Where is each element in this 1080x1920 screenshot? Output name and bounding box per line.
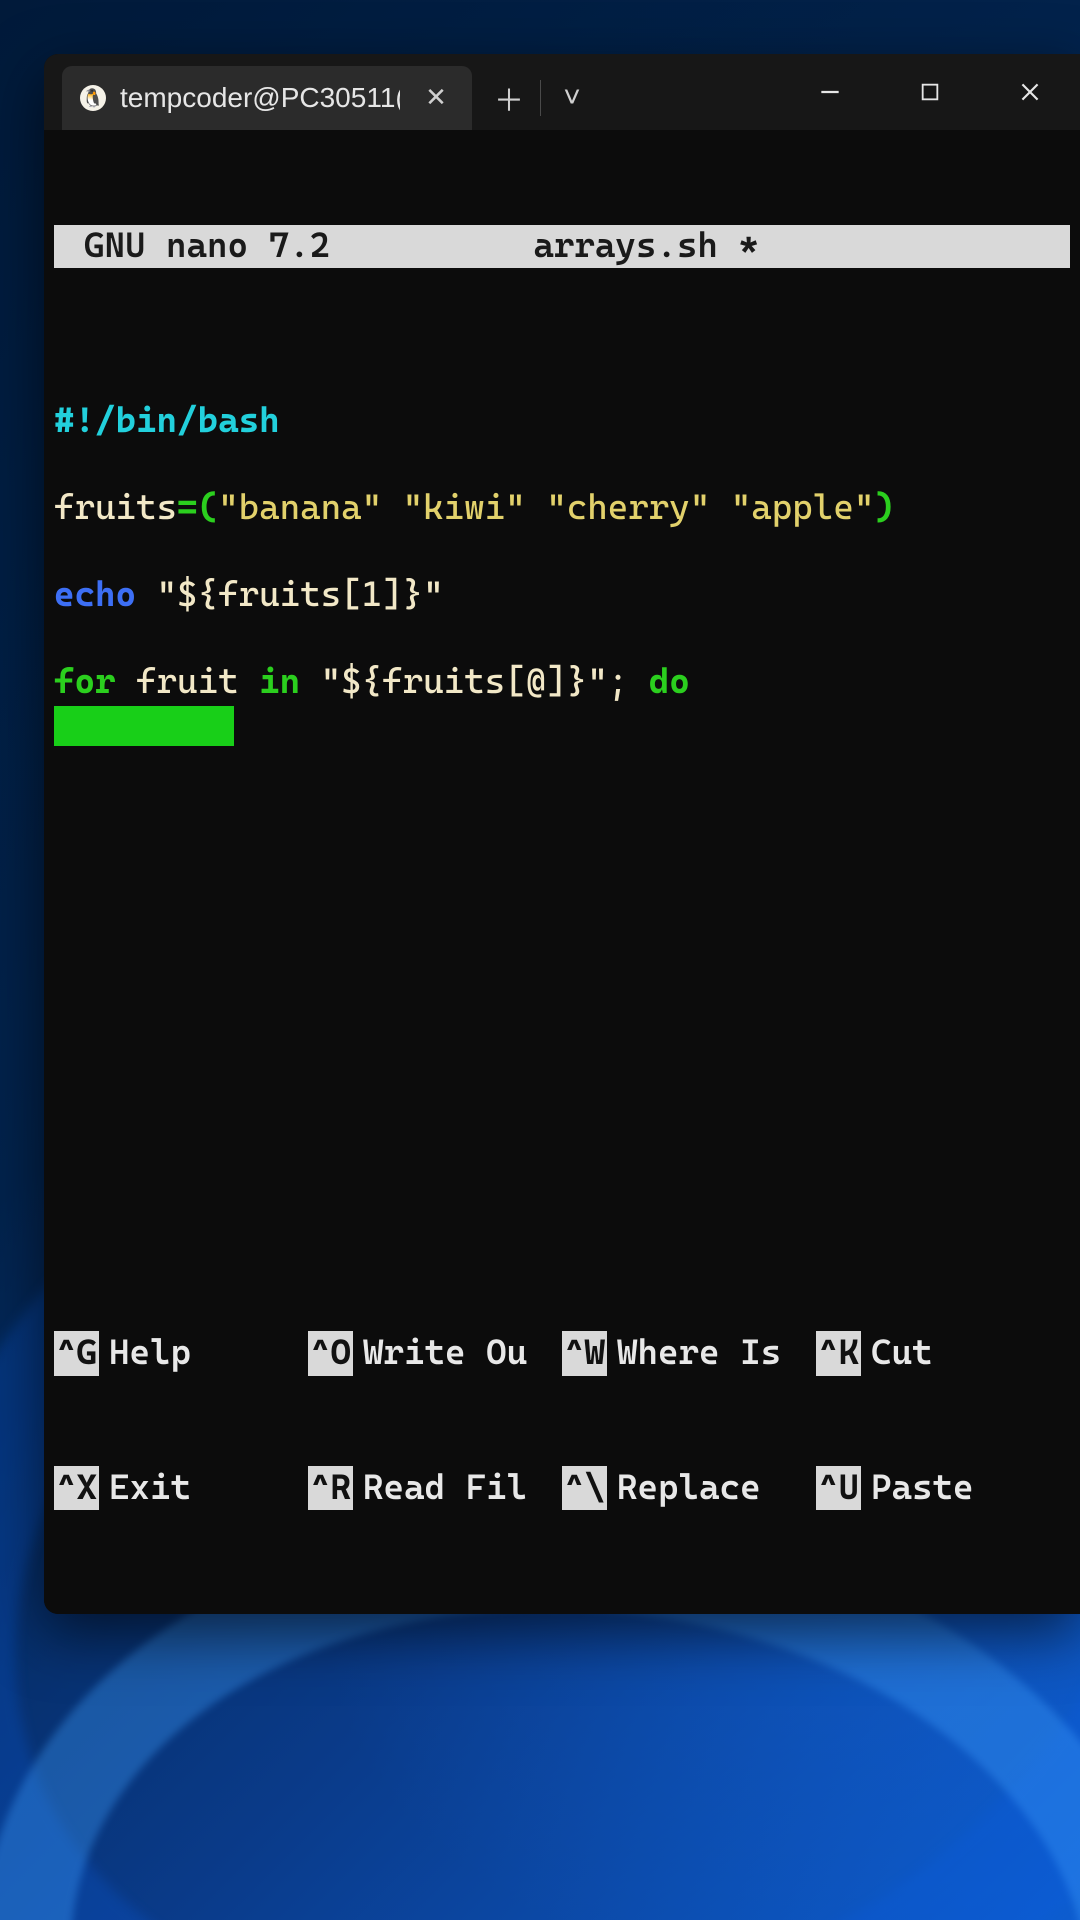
code-sp xyxy=(382,488,403,528)
shortcut-help[interactable]: ^GHelp xyxy=(54,1331,308,1376)
terminal-body[interactable]: GNU nano 7.2 arrays.sh * #!/bin/bash fru… xyxy=(44,130,1080,1614)
shortcut-label: Where Is xyxy=(617,1331,781,1376)
shortcut-key: ^W xyxy=(562,1331,607,1376)
tab-title: tempcoder@PC30511( xyxy=(120,82,400,114)
cursor xyxy=(54,706,234,746)
shortcut-label: Replace xyxy=(617,1466,761,1511)
code-str4: "apple" xyxy=(731,488,875,528)
code-for: for xyxy=(54,662,116,702)
window-controls xyxy=(780,54,1080,130)
code-for-list: "${fruits[@]}"; xyxy=(300,662,649,702)
new-tab-button[interactable]: ＋ xyxy=(486,75,532,121)
tab-actions: ＋ ˅ xyxy=(472,66,609,130)
shortcut-key: ^\ xyxy=(562,1466,607,1511)
shortcut-exit[interactable]: ^XExit xyxy=(54,1466,308,1511)
maximize-button[interactable] xyxy=(880,54,980,130)
shortcut-readfile[interactable]: ^RRead Fil xyxy=(308,1466,562,1511)
active-tab[interactable]: 🐧 tempcoder@PC30511( ✕ xyxy=(62,66,472,130)
close-icon xyxy=(1017,79,1043,105)
nano-app-name: GNU nano 7.2 xyxy=(84,225,533,268)
shortcut-row-2: ^XExit ^RRead Fil ^\Replace ^UPaste xyxy=(54,1466,1070,1511)
shortcut-key: ^X xyxy=(54,1466,99,1511)
code-str1: "banana" xyxy=(218,488,382,528)
tab-dropdown-button[interactable]: ˅ xyxy=(549,75,595,121)
shortcut-label: Write Ou xyxy=(363,1331,527,1376)
shortcut-key: ^U xyxy=(816,1466,861,1511)
code-str2: "kiwi" xyxy=(403,488,526,528)
divider xyxy=(540,80,541,116)
shortcut-key: ^K xyxy=(816,1331,861,1376)
shortcut-cut[interactable]: ^KCut xyxy=(816,1331,1070,1376)
close-tab-button[interactable]: ✕ xyxy=(422,84,450,112)
shortcut-key: ^G xyxy=(54,1331,99,1376)
code-in: in xyxy=(259,662,300,702)
code-do: do xyxy=(649,662,690,702)
nano-header: GNU nano 7.2 arrays.sh * xyxy=(54,225,1070,268)
code-for-var: fruit xyxy=(116,662,260,702)
code-echo: echo xyxy=(54,575,136,615)
shortcut-label: Exit xyxy=(109,1466,191,1511)
shortcut-key: ^R xyxy=(308,1466,353,1511)
code-var: fruits xyxy=(54,488,177,528)
shortcut-label: Help xyxy=(109,1331,191,1376)
shortcut-label: Cut xyxy=(871,1331,933,1376)
code-str3: "cherry" xyxy=(546,488,710,528)
nano-filename: arrays.sh * xyxy=(533,225,1040,268)
shortcut-replace[interactable]: ^\Replace xyxy=(562,1466,816,1511)
titlebar: 🐧 tempcoder@PC30511( ✕ ＋ ˅ xyxy=(44,54,1080,130)
shortcut-key: ^O xyxy=(308,1331,353,1376)
code-shebang: #!/bin/bash xyxy=(54,401,280,441)
code-sp xyxy=(710,488,731,528)
shortcut-whereis[interactable]: ^WWhere Is xyxy=(562,1331,816,1376)
shortcut-label: Read Fil xyxy=(363,1466,527,1511)
tux-icon: 🐧 xyxy=(80,85,106,111)
code-sp xyxy=(526,488,547,528)
maximize-icon xyxy=(919,81,941,103)
editor-content[interactable]: #!/bin/bash fruits=("banana" "kiwi" "che… xyxy=(54,398,1070,747)
close-window-button[interactable] xyxy=(980,54,1080,130)
terminal-window: 🐧 tempcoder@PC30511( ✕ ＋ ˅ GNU nano 7.2 … xyxy=(44,54,1080,1614)
shortcut-writeout[interactable]: ^OWrite Ou xyxy=(308,1331,562,1376)
nano-shortcuts: ^GHelp ^OWrite Ou ^WWhere Is ^KCut ^XExi… xyxy=(54,1242,1070,1600)
shortcut-paste[interactable]: ^UPaste xyxy=(816,1466,1070,1511)
code-echo-arg: "${fruits[1]}" xyxy=(136,575,444,615)
shortcut-label: Paste xyxy=(871,1466,974,1511)
code-eq-open: =( xyxy=(177,488,218,528)
code-close-paren: ) xyxy=(874,488,895,528)
minimize-button[interactable] xyxy=(780,54,880,130)
minimize-icon xyxy=(817,79,843,105)
shortcut-row-1: ^GHelp ^OWrite Ou ^WWhere Is ^KCut xyxy=(54,1331,1070,1376)
